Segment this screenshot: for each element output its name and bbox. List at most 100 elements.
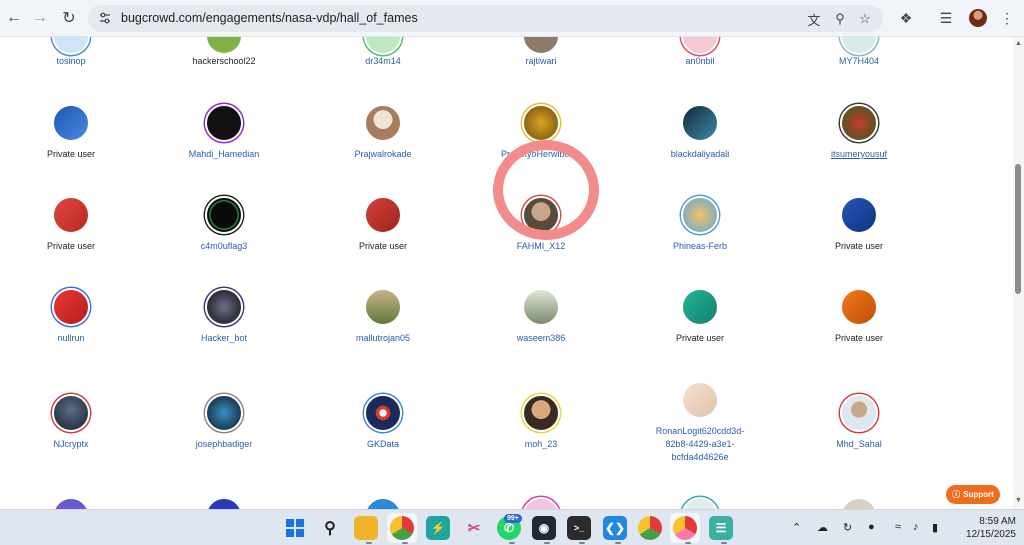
user-avatar[interactable] (364, 288, 402, 326)
member-name[interactable]: FAHMI_X12 (471, 240, 611, 253)
member-name[interactable]: Private user (1, 148, 141, 161)
user-avatar[interactable] (205, 37, 243, 55)
windows-start-icon[interactable] (283, 516, 307, 540)
forward-icon[interactable]: → (30, 8, 50, 28)
user-avatar[interactable] (205, 394, 243, 432)
user-avatar[interactable] (364, 394, 402, 432)
app-tray-icon[interactable]: ● (868, 521, 875, 533)
user-avatar[interactable] (52, 394, 90, 432)
member-name[interactable]: hackerschool22 (154, 55, 294, 68)
system-clock[interactable]: 8:59 AM 12/15/2025 (956, 515, 1016, 541)
member-name[interactable]: mallutrojan05 (313, 332, 453, 345)
user-avatar[interactable] (205, 196, 243, 234)
user-avatar[interactable] (840, 394, 878, 432)
user-avatar[interactable] (522, 196, 560, 234)
user-avatar[interactable] (364, 196, 402, 234)
user-avatar[interactable] (52, 288, 90, 326)
terminal-icon[interactable]: >_ (567, 516, 591, 540)
member-name[interactable]: MY7H404 (789, 55, 929, 68)
member-name[interactable]: PrasetyoHerwibowo (471, 148, 611, 161)
user-avatar[interactable] (681, 37, 719, 55)
user-avatar[interactable] (522, 288, 560, 326)
member-name[interactable]: Private user (630, 332, 770, 345)
member-name[interactable]: Prajwalrokade (313, 148, 453, 161)
volume-icon[interactable]: ♪ (913, 521, 919, 533)
member-name[interactable]: tosinop (1, 55, 141, 68)
user-avatar[interactable] (840, 104, 878, 142)
user-avatar[interactable] (522, 37, 560, 55)
user-avatar[interactable] (840, 196, 878, 234)
user-avatar[interactable] (522, 104, 560, 142)
user-avatar[interactable] (681, 381, 719, 419)
member-name-line-2[interactable]: 82b8-4429-a3e1- (630, 438, 770, 451)
battery-icon[interactable]: ▮ (932, 521, 938, 534)
user-avatar[interactable] (681, 104, 719, 142)
reading-list-icon[interactable]: ☰ (937, 9, 955, 27)
member-name[interactable]: Phineas-Ferb (630, 240, 770, 253)
member-name[interactable]: Mhd_Sahal (789, 438, 929, 451)
extensions-icon[interactable]: ❖ (897, 9, 915, 27)
member-name[interactable]: josephbadiger (154, 438, 294, 451)
member-name[interactable]: Private user (789, 240, 929, 253)
site-settings-icon[interactable] (98, 11, 112, 25)
user-avatar[interactable] (681, 497, 719, 509)
member-name[interactable]: Mahdi_Hamedian (154, 148, 294, 161)
bookmark-star-icon[interactable]: ☆ (857, 11, 873, 27)
url-text[interactable]: bugcrowd.com/engagements/nasa-vdp/hall_o… (121, 11, 418, 25)
chevron-up-icon[interactable]: ⌃ (792, 521, 801, 534)
page-scrollbar[interactable]: ▲ ▼ (1013, 37, 1024, 509)
reload-icon[interactable]: ↻ (59, 8, 79, 28)
user-avatar[interactable] (840, 37, 878, 55)
user-avatar[interactable] (52, 104, 90, 142)
user-avatar[interactable] (840, 497, 878, 509)
snipping-tool-icon[interactable]: ✂ (462, 516, 486, 540)
more-menu-icon[interactable]: ⋮ (998, 9, 1016, 27)
user-avatar[interactable] (681, 288, 719, 326)
address-bar[interactable]: bugcrowd.com/engagements/nasa-vdp/hall_o… (88, 5, 883, 32)
app-bolt-icon[interactable]: ⚡ (426, 516, 450, 540)
user-avatar[interactable] (205, 288, 243, 326)
member-name[interactable]: nullrun (1, 332, 141, 345)
member-name[interactable]: an0nbil (630, 55, 770, 68)
member-name[interactable]: rajtiwari (471, 55, 611, 68)
member-name[interactable]: itsumeryousuf (789, 148, 929, 161)
vscode-icon[interactable]: ❮❯ (603, 516, 627, 540)
sync-icon[interactable]: ↻ (843, 521, 852, 534)
member-name[interactable]: dr34m14 (313, 55, 453, 68)
user-avatar[interactable] (52, 497, 90, 509)
member-name[interactable]: Hacker_bot (154, 332, 294, 345)
user-avatar[interactable] (364, 104, 402, 142)
member-name[interactable]: Private user (1, 240, 141, 253)
user-avatar[interactable] (52, 196, 90, 234)
chrome-profile-icon[interactable] (638, 516, 662, 540)
member-name-line-3[interactable]: bcfda4d4626e (630, 451, 770, 464)
back-icon[interactable]: ← (4, 8, 24, 28)
user-avatar[interactable] (840, 288, 878, 326)
scrollbar-thumb[interactable] (1015, 164, 1021, 294)
file-explorer-icon[interactable] (354, 516, 378, 540)
app-dark-icon[interactable]: ◉ (532, 516, 556, 540)
chrome-icon[interactable] (390, 516, 414, 540)
scroll-down-icon[interactable]: ▼ (1015, 497, 1022, 504)
member-name[interactable]: Private user (789, 332, 929, 345)
member-name[interactable]: Private user (313, 240, 453, 253)
translate-icon[interactable]: 文 (806, 11, 822, 28)
member-name[interactable]: NJcryptx (1, 438, 141, 451)
support-button[interactable]: ⓘ Support (946, 485, 1000, 504)
member-name[interactable]: waseem386 (471, 332, 611, 345)
user-avatar[interactable] (205, 497, 243, 509)
onedrive-icon[interactable]: ☁ (817, 521, 828, 534)
profile-avatar[interactable] (969, 9, 987, 27)
notepad-icon[interactable]: ☰ (709, 516, 733, 540)
member-name[interactable]: c4m0uflag3 (154, 240, 294, 253)
member-name[interactable]: blackdaliyadali (630, 148, 770, 161)
user-avatar[interactable] (364, 37, 402, 55)
member-name[interactable]: GKData (313, 438, 453, 451)
user-avatar[interactable] (364, 497, 402, 509)
user-avatar[interactable] (681, 196, 719, 234)
member-name[interactable]: moh_23 (471, 438, 611, 451)
wifi-icon[interactable]: ≈ (895, 521, 901, 533)
user-avatar[interactable] (52, 37, 90, 55)
chrome-active-icon[interactable] (673, 516, 697, 540)
member-name-line-1[interactable]: RonanLogit620cdd3d- (630, 425, 770, 438)
